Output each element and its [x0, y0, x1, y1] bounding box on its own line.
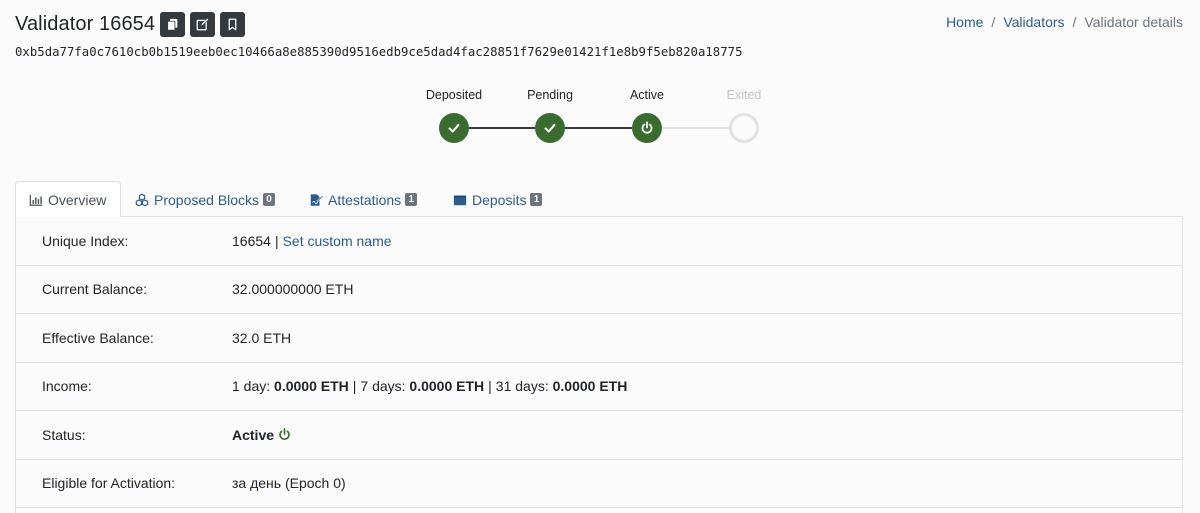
income-1d-label: 1 day:: [232, 378, 271, 395]
income-7d-label: 7 days:: [360, 378, 406, 395]
detail-row-income: Income: 1 day: 0.0000 ETH | 7 days: 0.00…: [16, 363, 1182, 411]
value-separator: |: [352, 378, 357, 395]
detail-label: Eligible for Activation:: [42, 475, 176, 492]
tab-label: Deposits: [472, 191, 527, 208]
detail-label: Effective Balance:: [42, 329, 154, 346]
income-value: 1 day: 0.0000 ETH | 7 days: 0.0000 ETH |…: [232, 378, 627, 394]
validator-details-panel: Unique Index: 16654 | Set custom name Cu…: [15, 217, 1183, 513]
step-pending: [535, 113, 565, 143]
detail-row-current-balance: Current Balance: 32.000000000 ETH: [16, 266, 1182, 314]
step-label-deposited: Deposited: [425, 88, 483, 102]
step-connector: [469, 127, 535, 129]
wallet-icon: [453, 195, 467, 205]
power-icon: [641, 121, 653, 134]
tab-label: Proposed Blocks: [154, 191, 260, 208]
step-connector: [662, 127, 729, 129]
income-7d-value: 0.0000 ETH: [409, 378, 485, 395]
income-1d-value: 0.0000 ETH: [274, 378, 349, 395]
step-deposited: [439, 113, 469, 143]
current-balance-value: 32.000000000 ETH: [232, 281, 354, 298]
step-exited: [729, 113, 759, 143]
tab-label: Overview: [48, 191, 107, 208]
value-separator: |: [488, 378, 492, 395]
step-label-exited: Exited: [726, 88, 762, 102]
income-31d-label: 31 days:: [495, 378, 549, 395]
detail-label: Income:: [42, 378, 92, 395]
income-31d-value: 0.0000 ETH: [552, 378, 628, 395]
eligible-value: за день (Epoch 0): [232, 475, 346, 492]
detail-value: 16654 | Set custom name: [232, 233, 392, 249]
detail-label: Current Balance:: [42, 281, 148, 298]
detail-label: Unique Index:: [42, 232, 129, 249]
detail-label: Status:: [42, 426, 86, 443]
step-label-pending: Pending: [527, 88, 573, 102]
validator-index: 16654: [232, 232, 271, 249]
tab-badge: 1: [530, 193, 543, 206]
effective-balance-value: 32.0 ETH: [232, 329, 292, 346]
step-label-active: Active: [629, 88, 665, 102]
step-connector: [565, 127, 632, 129]
tab-badge: 0: [263, 193, 276, 206]
tab-bar: Overview Proposed Blocks 0 Attestations …: [15, 181, 1183, 218]
cubes-icon: [135, 193, 149, 206]
status-text: Active: [232, 426, 275, 443]
step-active: [632, 113, 662, 143]
tab-deposits[interactable]: Deposits 1: [440, 181, 555, 218]
check-icon: [448, 123, 460, 133]
tab-badge: 1: [405, 193, 418, 206]
power-icon: [279, 428, 290, 441]
value-separator: |: [274, 232, 279, 249]
status-stepper: Deposited Pending Active Exited: [0, 0, 1200, 160]
tab-attestations[interactable]: Attestations 1: [296, 181, 430, 218]
signature-icon: [310, 193, 323, 206]
tab-label: Attestations: [328, 191, 402, 208]
set-custom-name-link[interactable]: Set custom name: [283, 233, 392, 249]
status-value: Active: [232, 427, 291, 443]
chart-icon: [29, 194, 43, 206]
detail-row-unique-index: Unique Index: 16654 | Set custom name: [16, 217, 1182, 266]
check-icon: [544, 123, 556, 133]
tab-proposed-blocks[interactable]: Proposed Blocks 0: [122, 181, 288, 218]
detail-row-status: Status: Active: [16, 411, 1182, 460]
tab-overview[interactable]: Overview: [15, 181, 121, 218]
detail-row-eligible-activation: Eligible for Activation: за день (Epoch …: [16, 460, 1182, 508]
detail-row-effective-balance: Effective Balance: 32.0 ETH: [16, 314, 1182, 363]
